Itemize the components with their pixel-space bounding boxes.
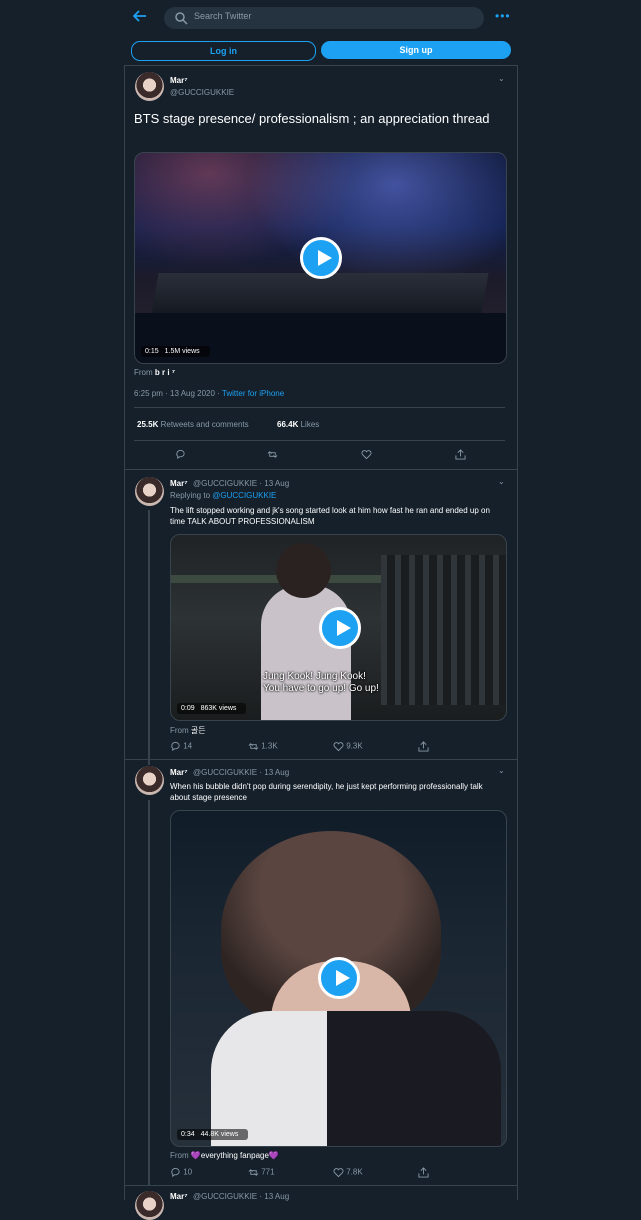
from-name[interactable]: 💜everything fanpage💜 bbox=[191, 1151, 279, 1160]
video-stats: 0:15 1.5M views bbox=[141, 346, 210, 357]
tweet-text: BTS stage presence/ professionalism ; an… bbox=[134, 111, 490, 126]
retweet-icon bbox=[248, 743, 259, 750]
search-icon bbox=[175, 12, 188, 25]
retweet-icon[interactable] bbox=[267, 449, 278, 460]
divider bbox=[134, 407, 505, 408]
avatar[interactable] bbox=[135, 72, 164, 101]
retweet-icon bbox=[248, 1169, 259, 1176]
likes-stat[interactable]: 66.4K Likes bbox=[277, 420, 319, 429]
play-icon[interactable] bbox=[300, 237, 342, 279]
back-arrow-icon[interactable] bbox=[132, 9, 151, 27]
divider bbox=[124, 1185, 517, 1186]
video-player[interactable]: Jung Kook! Jung Kook! You have to go up!… bbox=[170, 534, 507, 721]
like-button[interactable]: 9.3K bbox=[333, 741, 363, 752]
author-handle[interactable]: @GUCCIGUKKIE · 13 Aug bbox=[193, 479, 289, 488]
reply-button[interactable]: 14 bbox=[170, 741, 192, 752]
tweet-text: When his bubble didn't pop during serend… bbox=[170, 782, 483, 802]
author-handle[interactable]: @GUCCIGUKKIE bbox=[170, 88, 234, 97]
stats-row[interactable]: 25.5K Retweets and comments bbox=[137, 420, 249, 429]
video-subtitle: Jung Kook! Jung Kook! bbox=[263, 671, 366, 682]
avatar[interactable] bbox=[135, 477, 164, 506]
divider bbox=[124, 469, 517, 470]
reply-button[interactable]: 10 bbox=[170, 1167, 192, 1178]
reply-icon bbox=[171, 741, 180, 752]
chevron-down-icon[interactable]: ⌄ bbox=[498, 766, 505, 775]
like-icon bbox=[333, 1168, 344, 1178]
author-name[interactable]: Mar⁷ bbox=[170, 76, 188, 85]
video-player[interactable]: 0:15 1.5M views bbox=[134, 152, 507, 364]
video-player[interactable]: 0:34 44.8K views bbox=[170, 810, 507, 1147]
tweet-timestamp: 6:25 pm · 13 Aug 2020 · Twitter for iPho… bbox=[134, 389, 285, 398]
thread-line bbox=[148, 800, 150, 1185]
author-handle[interactable]: @GUCCIGUKKIE · 13 Aug bbox=[193, 768, 289, 777]
tweet-text: The lift stopped working and jk's song s… bbox=[170, 506, 490, 526]
video-stats: 0:34 44.8K views bbox=[177, 1129, 249, 1140]
from-name[interactable]: b r i ⁷ bbox=[155, 368, 175, 377]
avatar[interactable] bbox=[135, 1191, 164, 1220]
share-icon[interactable] bbox=[455, 449, 466, 460]
like-icon bbox=[333, 742, 344, 752]
search-placeholder: Search Twitter bbox=[194, 11, 252, 21]
login-button[interactable]: Log in bbox=[131, 41, 316, 61]
from-attribution: From 💜everything fanpage💜 bbox=[170, 1151, 279, 1160]
like-icon[interactable] bbox=[361, 449, 372, 460]
from-name[interactable]: 골든 bbox=[191, 726, 206, 735]
play-icon[interactable] bbox=[319, 607, 361, 649]
search-input[interactable]: Search Twitter bbox=[164, 7, 484, 29]
thread-line bbox=[148, 510, 150, 765]
share-icon[interactable] bbox=[418, 741, 429, 752]
retweet-button[interactable]: 771 bbox=[248, 1167, 275, 1178]
chevron-down-icon[interactable]: ⌄ bbox=[498, 74, 505, 83]
reply-icon[interactable] bbox=[175, 449, 186, 460]
top-bar: Search Twitter ••• bbox=[0, 0, 641, 36]
replying-to: Replying to @GUCCIGUKKIE bbox=[170, 491, 277, 500]
divider bbox=[134, 440, 505, 441]
chevron-down-icon[interactable]: ⌄ bbox=[498, 477, 505, 486]
from-attribution: From b r i ⁷ bbox=[134, 368, 176, 377]
play-icon[interactable] bbox=[318, 957, 360, 999]
author-name[interactable]: Mar⁷ bbox=[170, 768, 188, 777]
video-subtitle: You have to go up! Go up! bbox=[263, 683, 379, 694]
avatar[interactable] bbox=[135, 766, 164, 795]
signup-button[interactable]: Sign up bbox=[321, 41, 511, 59]
replying-handle[interactable]: @GUCCIGUKKIE bbox=[212, 491, 276, 500]
share-icon[interactable] bbox=[418, 1167, 429, 1178]
reply-icon bbox=[171, 1167, 180, 1178]
more-options-icon[interactable]: ••• bbox=[495, 9, 511, 23]
divider bbox=[124, 759, 517, 760]
author-name[interactable]: Mar⁷ bbox=[170, 479, 188, 488]
from-attribution: From 골든 bbox=[170, 726, 206, 735]
divider bbox=[124, 65, 517, 66]
like-button[interactable]: 7.8K bbox=[333, 1167, 363, 1178]
source-link[interactable]: Twitter for iPhone bbox=[222, 389, 284, 398]
video-stats: 0:09 863K views bbox=[177, 703, 247, 714]
retweet-button[interactable]: 1.3K bbox=[248, 741, 278, 752]
